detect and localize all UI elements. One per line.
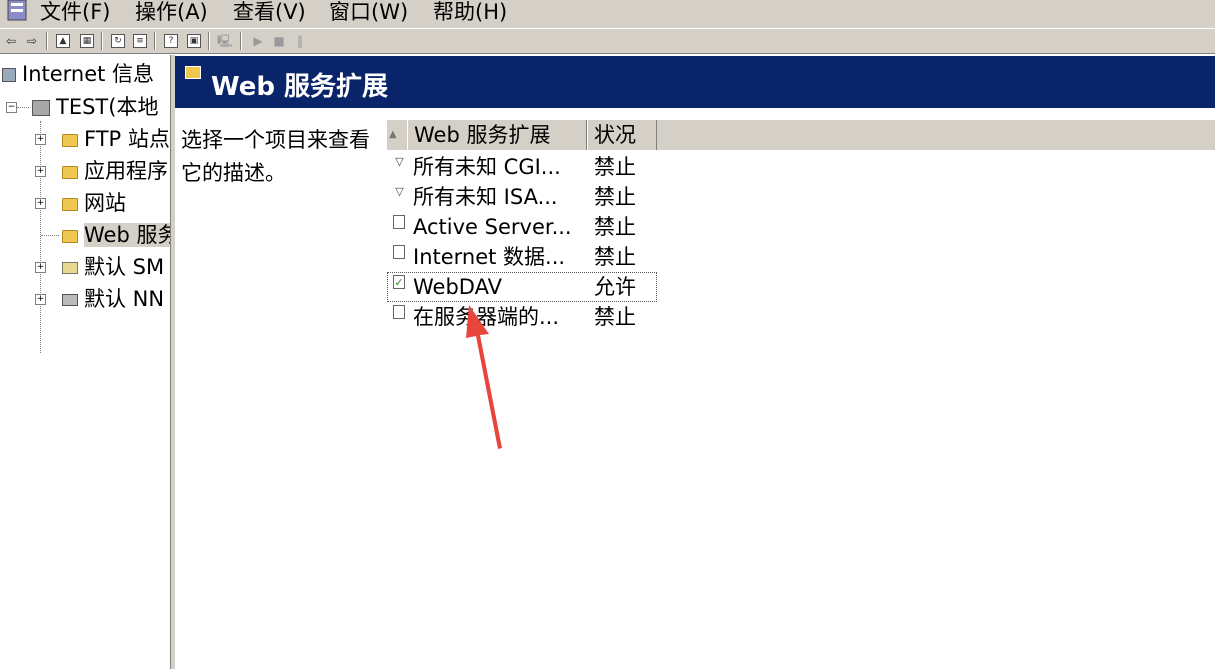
extension-status: 禁止 bbox=[594, 155, 636, 179]
tree-line bbox=[17, 107, 29, 108]
tree-item-label: Web 服务 bbox=[84, 223, 170, 247]
list-item[interactable]: Active Server... 禁止 bbox=[387, 212, 657, 242]
tree-item-label: 网站 bbox=[84, 191, 126, 215]
tree-item-apppools[interactable]: 应用程序 bbox=[62, 158, 168, 184]
computer-icon[interactable]: 🖳 bbox=[217, 33, 233, 49]
toolbar-separator bbox=[101, 32, 103, 50]
details-header: Web 服务扩展 bbox=[175, 56, 1215, 108]
server-icon bbox=[32, 100, 50, 116]
extension-name: 所有未知 ISA... bbox=[413, 185, 558, 209]
expand-toggle[interactable]: + bbox=[35, 262, 46, 273]
folder-icon bbox=[62, 165, 78, 179]
iis-root-icon bbox=[2, 68, 16, 82]
tree-item-nntp[interactable]: 默认 NN bbox=[62, 286, 164, 312]
smtp-icon bbox=[62, 262, 78, 274]
toolbar-separator bbox=[240, 32, 242, 50]
tree-root[interactable]: Internet 信息 bbox=[2, 61, 154, 87]
properties-icon[interactable]: ▣ bbox=[187, 34, 201, 48]
tree-item-label: 默认 SM bbox=[84, 255, 165, 279]
extension-status: 禁止 bbox=[594, 185, 636, 209]
folder-icon bbox=[62, 133, 78, 147]
extension-status: 禁止 bbox=[594, 215, 636, 239]
tree-item-ftp[interactable]: FTP 站点 bbox=[62, 126, 170, 152]
tree-item-smtp[interactable]: 默认 SM bbox=[62, 254, 164, 280]
tree-item-websites[interactable]: 网站 bbox=[62, 190, 126, 216]
extension-name: 在服务器端的... bbox=[413, 305, 560, 329]
extension-prohibited-icon bbox=[393, 215, 405, 229]
extension-name: 所有未知 CGI... bbox=[413, 155, 561, 179]
tree-item-web-service-extensions[interactable]: Web 服务 bbox=[62, 222, 170, 248]
expand-toggle[interactable]: + bbox=[35, 134, 46, 145]
extension-status: 禁止 bbox=[594, 245, 636, 269]
folder-icon bbox=[62, 229, 78, 243]
extension-allowed-icon: ✓ bbox=[393, 275, 405, 289]
extension-status: 禁止 bbox=[594, 305, 636, 329]
folder-icon bbox=[185, 66, 201, 79]
extension-prohibited-icon bbox=[393, 305, 405, 319]
expand-toggle[interactable]: + bbox=[35, 198, 46, 209]
toolbar-separator bbox=[46, 32, 48, 50]
tree-item-label: 默认 NN bbox=[84, 287, 165, 311]
export-icon[interactable]: ≡ bbox=[133, 34, 147, 48]
toolbar-separator bbox=[154, 32, 156, 50]
play-icon[interactable]: ▶ bbox=[250, 33, 266, 49]
extension-name: Internet 数据... bbox=[413, 245, 566, 269]
menu-help[interactable]: 帮助(H) bbox=[433, 0, 507, 26]
refresh-icon[interactable]: ↻ bbox=[111, 34, 125, 48]
details-pane: 选择一个项目来查看它的描述。 ▲ Web 服务扩展 状况 ▽ 所有未知 CGI.… bbox=[175, 108, 1215, 669]
stop-icon[interactable]: ■ bbox=[271, 33, 287, 49]
help-icon[interactable]: ? bbox=[164, 34, 178, 48]
tree-server[interactable]: TEST(本地 bbox=[32, 94, 158, 120]
extension-prohibited-icon bbox=[393, 245, 405, 259]
list-item[interactable]: Internet 数据... 禁止 bbox=[387, 242, 657, 272]
sort-arrow-icon: ▲ bbox=[389, 129, 397, 140]
tree-item-label: 应用程序 bbox=[84, 159, 168, 183]
tree-server-label: TEST(本地 bbox=[56, 95, 159, 119]
description-text: 选择一个项目来查看它的描述。 bbox=[181, 128, 370, 185]
menu-action[interactable]: 操作(A) bbox=[135, 0, 208, 26]
extension-name: WebDAV bbox=[413, 275, 502, 299]
expand-toggle[interactable]: + bbox=[35, 294, 46, 305]
expand-toggle[interactable]: + bbox=[35, 166, 46, 177]
nntp-icon bbox=[62, 294, 78, 306]
tree-line bbox=[41, 235, 59, 236]
extension-name: Active Server... bbox=[413, 215, 572, 239]
tree-line bbox=[40, 121, 41, 353]
forward-icon[interactable]: ⇨ bbox=[24, 33, 40, 49]
column-header-row: ▲ Web 服务扩展 状况 bbox=[387, 120, 1215, 150]
column-header-status[interactable]: 状况 bbox=[587, 120, 657, 150]
column-header-extension[interactable]: Web 服务扩展 bbox=[407, 120, 587, 150]
filter-icon: ▽ bbox=[395, 185, 404, 198]
extension-status: 允许 bbox=[594, 275, 636, 299]
iis-app-icon bbox=[4, 0, 30, 22]
collapse-toggle[interactable]: − bbox=[6, 102, 17, 113]
list-item[interactable]: ▽ 所有未知 CGI... 禁止 bbox=[387, 152, 657, 182]
list-item-webdav[interactable]: ✓ WebDAV 允许 bbox=[387, 272, 657, 302]
toolbar: ⇦ ⇨ ▲ ▦ ↻ ≡ ? ▣ 🖳 ▶ ■ ‖ bbox=[0, 28, 1215, 54]
toolbar-separator bbox=[208, 32, 210, 50]
back-icon[interactable]: ⇦ bbox=[3, 33, 19, 49]
menu-file[interactable]: 文件(F) bbox=[40, 0, 110, 26]
show-tree-icon[interactable]: ▦ bbox=[80, 34, 94, 48]
menu-bar: 文件(F) 操作(A) 查看(V) 窗口(W) 帮助(H) bbox=[0, 0, 1215, 28]
up-folder-icon[interactable]: ▲ bbox=[56, 34, 70, 48]
page-title: Web 服务扩展 bbox=[211, 72, 389, 102]
filter-icon: ▽ bbox=[395, 155, 404, 168]
folder-icon bbox=[62, 197, 78, 211]
list-item[interactable]: ▽ 所有未知 ISA... 禁止 bbox=[387, 182, 657, 212]
tree-item-label: FTP 站点 bbox=[84, 127, 170, 151]
menu-view[interactable]: 查看(V) bbox=[233, 0, 306, 26]
console-tree: Internet 信息 − TEST(本地 + FTP 站点 + 应用程序 + … bbox=[0, 55, 170, 669]
pause-icon[interactable]: ‖ bbox=[292, 33, 308, 49]
menu-window[interactable]: 窗口(W) bbox=[329, 0, 408, 26]
list-item[interactable]: 在服务器端的... 禁止 bbox=[387, 302, 657, 332]
tree-root-label: Internet 信息 bbox=[22, 62, 155, 86]
